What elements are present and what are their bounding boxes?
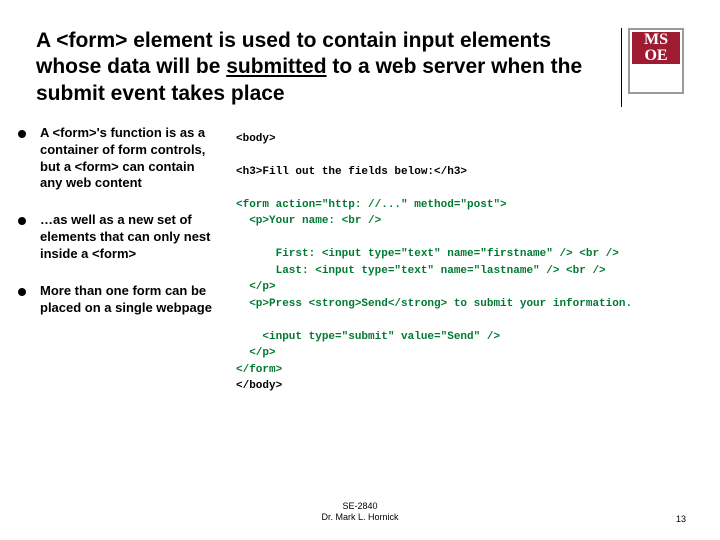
bullet-icon xyxy=(18,288,26,296)
code-line-form: </p> xyxy=(236,347,276,359)
bullet-icon xyxy=(18,130,26,138)
footer-course: SE-2840 xyxy=(0,501,720,513)
footer: SE-2840 Dr. Mark L. Hornick xyxy=(0,501,720,524)
bullet-text: …as well as a new set of elements that c… xyxy=(40,212,220,263)
title-post: event takes place xyxy=(105,82,285,105)
code-line-form: <form action="http: //..." method="post"… xyxy=(236,199,507,211)
page-number: 13 xyxy=(676,514,686,524)
slide: A <form> element is used to contain inpu… xyxy=(0,0,720,395)
code-line-form: <input type="submit" value="Send" /> xyxy=(236,331,500,343)
logo-bottom xyxy=(632,64,680,90)
title-underlined: submitted xyxy=(226,55,326,78)
bullet-list: A <form>'s function is as a container of… xyxy=(36,125,236,395)
code-sample: <body> <h3>Fill out the fields below:</h… xyxy=(236,125,684,395)
code-line-form: <p>Your name: <br /> xyxy=(236,215,381,227)
code-line: <h3>Fill out the fields below:</h3> xyxy=(236,166,467,178)
title-bold: submit xyxy=(36,82,105,105)
logo-line2: OE xyxy=(644,48,667,64)
code-line-form: </p> xyxy=(236,281,276,293)
title-mid: to a web server when the xyxy=(327,55,583,78)
code-line-form: Last: <input type="text" name="lastname"… xyxy=(236,265,606,277)
header-row: A <form> element is used to contain inpu… xyxy=(36,28,684,107)
body-row: A <form>'s function is as a container of… xyxy=(36,125,684,395)
code-line-form: <p>Press <strong>Send</strong> to submit… xyxy=(236,298,632,310)
bullet-item: …as well as a new set of elements that c… xyxy=(36,212,220,263)
bullet-item: More than one form can be placed on a si… xyxy=(36,283,220,317)
footer-author: Dr. Mark L. Hornick xyxy=(0,512,720,524)
header-divider xyxy=(621,28,622,107)
code-line: <body> xyxy=(236,133,276,145)
bullet-text: A <form>'s function is as a container of… xyxy=(40,125,220,193)
bullet-icon xyxy=(18,217,26,225)
logo-top: MS OE xyxy=(632,32,680,64)
slide-title: A <form> element is used to contain inpu… xyxy=(36,28,621,107)
code-line: </body> xyxy=(236,380,282,392)
code-line-form: First: <input type="text" name="firstnam… xyxy=(236,248,619,260)
code-line-form: </form> xyxy=(236,364,282,376)
bullet-item: A <form>'s function is as a container of… xyxy=(36,125,220,193)
msoe-logo: MS OE xyxy=(628,28,684,94)
logo-line1: MS xyxy=(644,32,668,48)
bullet-text: More than one form can be placed on a si… xyxy=(40,283,220,317)
